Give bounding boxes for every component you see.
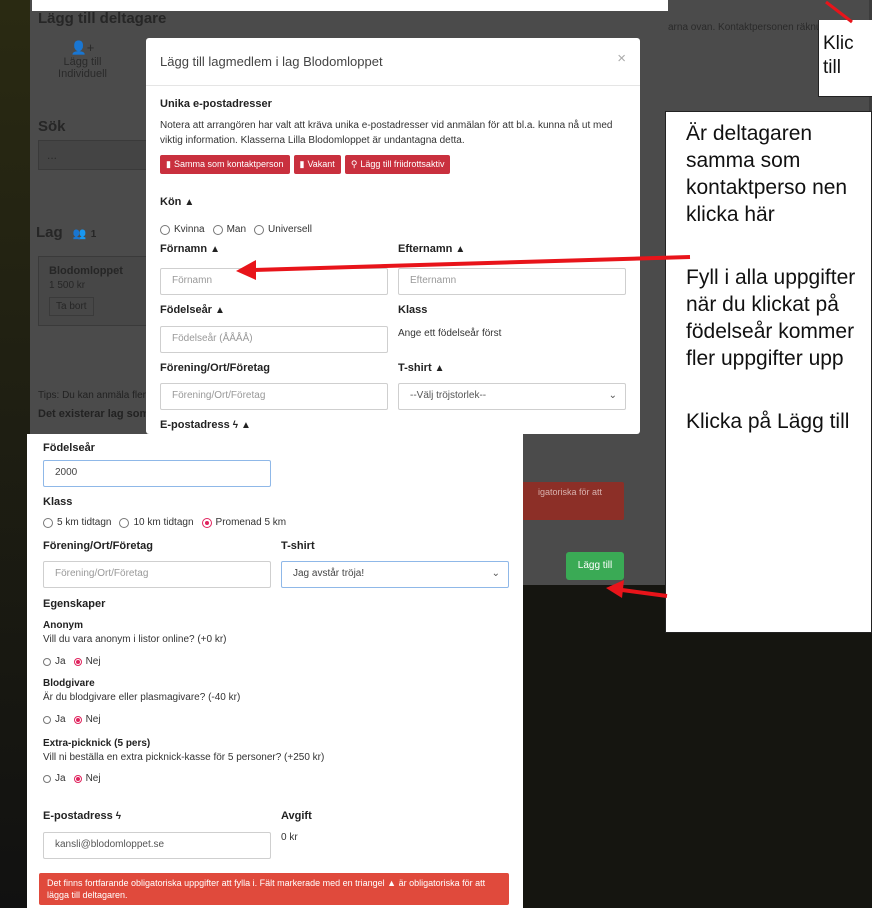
arrow-head-add [606,580,624,598]
corner-arrow-line [825,0,853,24]
arrow-to-add [621,588,668,598]
annotation-arrows [236,0,853,598]
arrow-to-firstname [251,255,691,272]
arrow-head-firstname [236,260,256,280]
